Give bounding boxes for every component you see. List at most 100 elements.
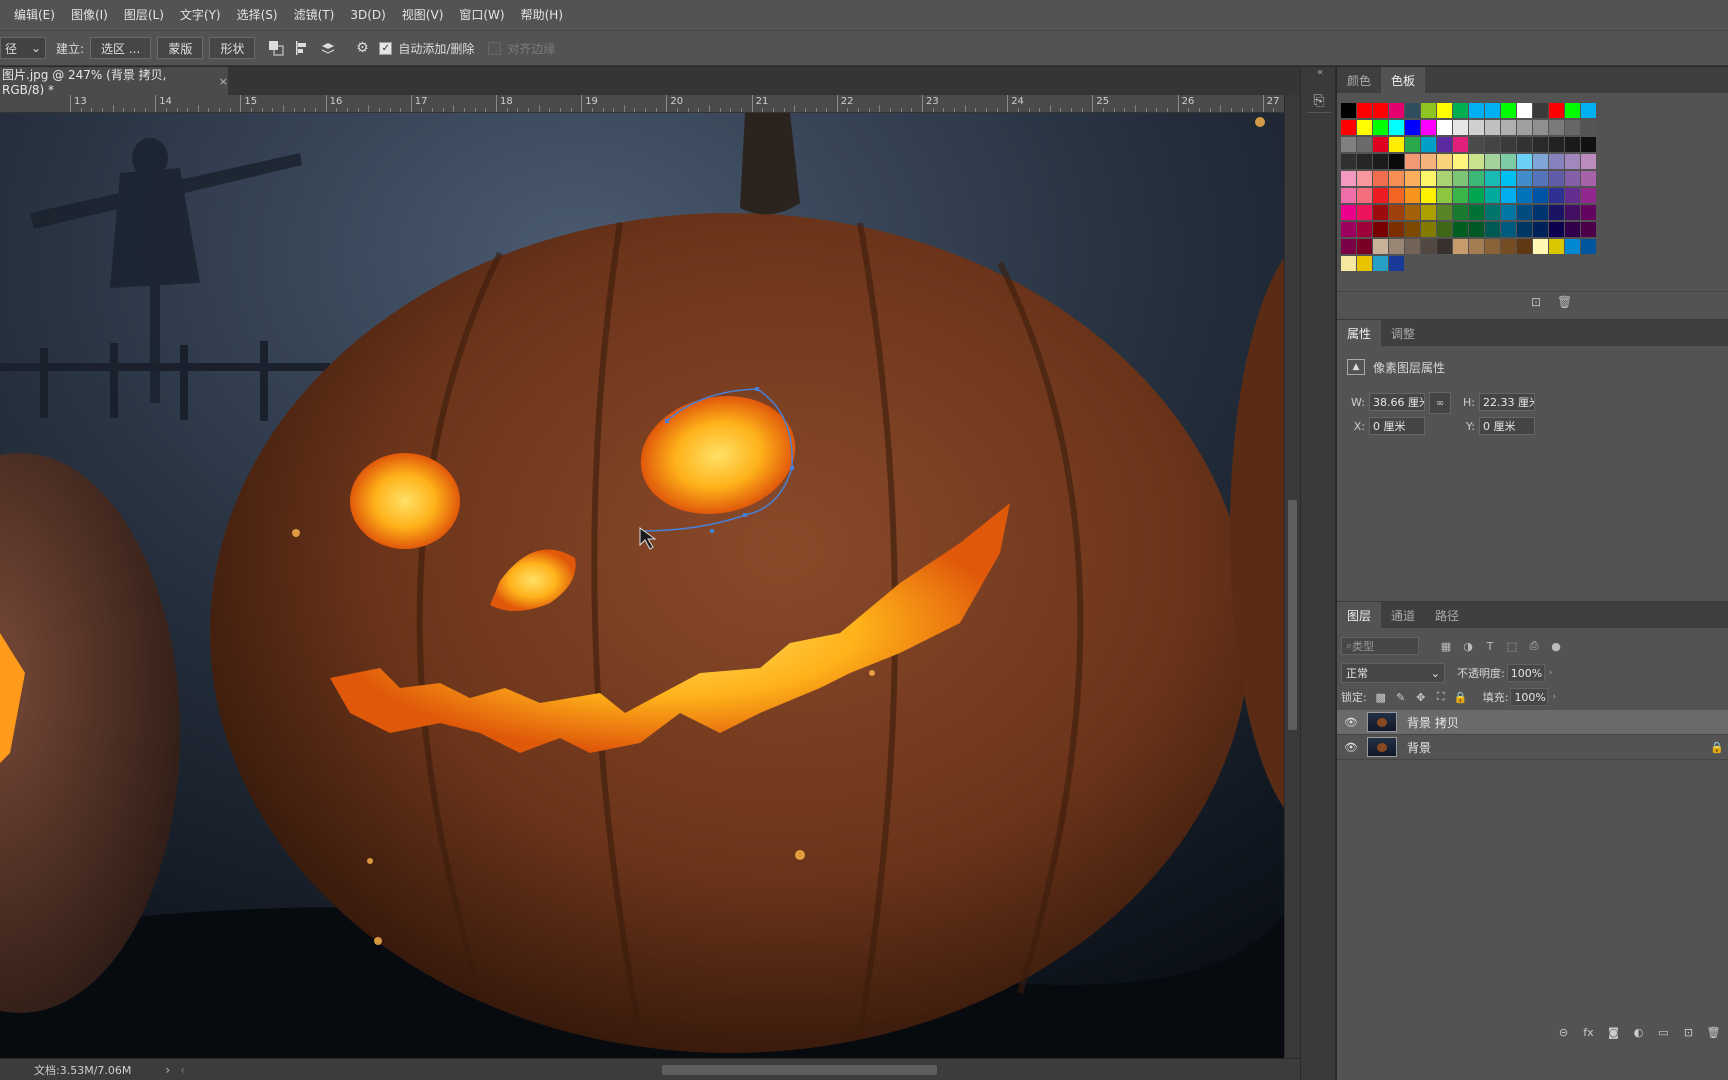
swatch[interactable] <box>1533 239 1548 254</box>
swatch[interactable] <box>1389 103 1404 118</box>
collapse-panels-icon[interactable]: « <box>1317 67 1323 78</box>
new-swatch-icon[interactable]: ⊡ <box>1531 295 1541 309</box>
eye-icon[interactable]: 👁 <box>1337 716 1365 729</box>
swatch[interactable] <box>1565 154 1580 169</box>
new-layer-icon[interactable]: ⊡ <box>1676 1026 1701 1039</box>
new-group-icon[interactable]: ▭ <box>1651 1026 1676 1039</box>
swatch[interactable] <box>1373 154 1388 169</box>
swatch[interactable] <box>1581 205 1596 220</box>
menu-filter[interactable]: 滤镜(T) <box>286 0 343 30</box>
swatch[interactable] <box>1389 256 1404 271</box>
swatch[interactable] <box>1549 239 1564 254</box>
swatch[interactable] <box>1485 205 1500 220</box>
close-icon[interactable]: × <box>219 75 228 88</box>
swatch[interactable] <box>1533 154 1548 169</box>
filter-shape-icon[interactable]: ⬚ <box>1501 637 1523 655</box>
link-layers-icon[interactable]: ⊝ <box>1551 1026 1576 1039</box>
swatch[interactable] <box>1405 154 1420 169</box>
swatch[interactable] <box>1549 171 1564 186</box>
swatch[interactable] <box>1341 154 1356 169</box>
fill-dropdown-icon[interactable]: › <box>1552 692 1556 702</box>
swatch[interactable] <box>1341 205 1356 220</box>
menu-edit[interactable]: 编辑(E) <box>6 0 63 30</box>
swatch[interactable] <box>1421 103 1436 118</box>
swatch[interactable] <box>1581 239 1596 254</box>
document-tab[interactable]: 图片.jpg @ 247% (背景 拷贝, RGB/8) * × <box>0 67 228 97</box>
swatch[interactable] <box>1373 239 1388 254</box>
swatch[interactable] <box>1517 171 1532 186</box>
swatch[interactable] <box>1357 205 1372 220</box>
swatch[interactable] <box>1581 103 1596 118</box>
make-mask-button[interactable]: 蒙版 <box>157 37 204 59</box>
menu-view[interactable]: 视图(V) <box>394 0 452 30</box>
swatch[interactable] <box>1565 222 1580 237</box>
swatch[interactable] <box>1357 103 1372 118</box>
swatch[interactable] <box>1549 222 1564 237</box>
swatch[interactable] <box>1341 222 1356 237</box>
opacity-field[interactable]: 100% <box>1506 664 1545 682</box>
swatch[interactable] <box>1517 103 1532 118</box>
path-operations-icon[interactable] <box>263 36 289 60</box>
align-edges-checkbox[interactable] <box>488 41 502 55</box>
filter-type-icon[interactable]: T <box>1479 637 1501 655</box>
tab-channels[interactable]: 通道 <box>1381 602 1425 628</box>
swatch[interactable] <box>1581 137 1596 152</box>
y-field[interactable]: 0 厘米 <box>1479 417 1535 435</box>
swatch[interactable] <box>1357 239 1372 254</box>
swatch[interactable] <box>1581 154 1596 169</box>
swatch[interactable] <box>1549 120 1564 135</box>
swatch[interactable] <box>1565 205 1580 220</box>
swatch[interactable] <box>1517 188 1532 203</box>
swatch[interactable] <box>1357 222 1372 237</box>
layer-style-icon[interactable]: fx <box>1576 1026 1601 1039</box>
swatch[interactable] <box>1357 154 1372 169</box>
swatch[interactable] <box>1357 171 1372 186</box>
swatch[interactable] <box>1469 205 1484 220</box>
swatch[interactable] <box>1357 256 1372 271</box>
menu-select[interactable]: 选择(S) <box>229 0 286 30</box>
menu-type[interactable]: 文字(Y) <box>172 0 229 30</box>
swatch[interactable] <box>1469 120 1484 135</box>
swatch[interactable] <box>1501 154 1516 169</box>
swatch[interactable] <box>1501 120 1516 135</box>
canvas[interactable] <box>0 113 1284 1058</box>
horizontal-ruler[interactable]: 13 14 15 16 17 18 19 20 21 22 23 24 25 26 27 <box>0 95 1284 113</box>
swatch[interactable] <box>1517 205 1532 220</box>
swatch[interactable] <box>1533 137 1548 152</box>
layer-row[interactable]: 👁 背景 拷贝 <box>1337 710 1728 735</box>
swatch[interactable] <box>1501 239 1516 254</box>
swatch[interactable] <box>1501 205 1516 220</box>
swatch[interactable] <box>1437 205 1452 220</box>
gear-icon[interactable]: ⚙ <box>349 36 375 60</box>
menu-window[interactable]: 窗口(W) <box>451 0 512 30</box>
swatch[interactable] <box>1389 137 1404 152</box>
swatch[interactable] <box>1517 154 1532 169</box>
swatch[interactable] <box>1565 120 1580 135</box>
history-icon[interactable]: ⎘ <box>1307 89 1331 113</box>
swatch[interactable] <box>1389 205 1404 220</box>
swatch[interactable] <box>1581 171 1596 186</box>
swatch[interactable] <box>1517 239 1532 254</box>
swatch[interactable] <box>1357 188 1372 203</box>
swatch[interactable] <box>1405 171 1420 186</box>
swatch[interactable] <box>1533 188 1548 203</box>
swatch[interactable] <box>1357 137 1372 152</box>
swatch[interactable] <box>1437 239 1452 254</box>
lock-artboard-icon[interactable]: ⛶ <box>1431 690 1451 704</box>
vertical-scrollbar[interactable] <box>1284 95 1300 1058</box>
swatch[interactable] <box>1485 103 1500 118</box>
swatch[interactable] <box>1373 103 1388 118</box>
fill-field[interactable]: 100% <box>1510 688 1549 706</box>
swatch[interactable] <box>1453 154 1468 169</box>
swatch[interactable] <box>1453 205 1468 220</box>
swatch[interactable] <box>1533 120 1548 135</box>
filter-pixel-icon[interactable]: ▦ <box>1435 637 1457 655</box>
lock-transparent-icon[interactable]: ▩ <box>1371 691 1391 704</box>
swatch[interactable] <box>1389 171 1404 186</box>
swatch[interactable] <box>1517 120 1532 135</box>
swatch[interactable] <box>1581 222 1596 237</box>
swatch[interactable] <box>1453 137 1468 152</box>
swatch[interactable] <box>1405 205 1420 220</box>
swatch[interactable] <box>1373 120 1388 135</box>
swatch[interactable] <box>1565 188 1580 203</box>
